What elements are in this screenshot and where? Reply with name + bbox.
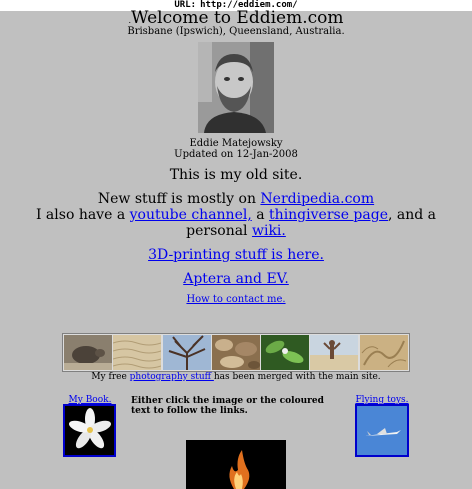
youtube-channel-link[interactable]: youtube channel, (130, 207, 252, 223)
also-mid: a (251, 207, 270, 223)
nerdipedia-link[interactable]: Nerdipedia.com (260, 191, 374, 207)
updated-date: Updated on 12-Jan-2008 (174, 149, 298, 160)
turtle-thumb[interactable] (64, 335, 112, 370)
photo-strip (62, 333, 410, 372)
leaves-thumb[interactable] (261, 335, 310, 370)
photography-stuff-link[interactable]: photography stuff (130, 372, 214, 382)
title-text: Welcome to Eddiem.com (131, 8, 344, 28)
contact-link[interactable]: How to contact me. (186, 294, 285, 305)
contact-line: How to contact me. (0, 294, 472, 306)
aptera-line: Aptera and EV. (0, 271, 472, 288)
3d-printing-link[interactable]: 3D-printing stuff is here. (148, 247, 324, 263)
old-site-text: This is my old site. (169, 167, 303, 183)
rocks-thumb[interactable] (211, 335, 260, 370)
new-stuff-line: New stuff is mostly on Nerdipedia.com (0, 191, 472, 207)
portrait-photo (198, 42, 274, 133)
aptera-link[interactable]: Aptera and EV. (183, 271, 289, 287)
caption-prefix: My free (91, 372, 130, 382)
location-text: Brisbane (Ipswich), Queensland, Australi… (127, 26, 345, 37)
sand-pattern-thumb[interactable] (359, 335, 408, 370)
instructions-text: Either click the image or the coloured t… (131, 396, 324, 416)
thingiverse-link[interactable]: thingiverse page (269, 207, 388, 223)
sand-ripples-thumb[interactable] (113, 335, 162, 370)
also-line: I also have a youtube channel, a thingiv… (6, 207, 466, 239)
also-prefix: I also have a (35, 207, 130, 223)
new-stuff-prefix: New stuff is mostly on (97, 191, 261, 207)
caption-suffix: has been merged with the main site. (213, 372, 381, 382)
photography-caption: My free photography stuff has been merge… (0, 372, 472, 383)
printing-line: 3D-printing stuff is here. (0, 247, 472, 264)
flying-toy-image[interactable] (355, 404, 409, 457)
beach-person-thumb[interactable] (310, 335, 359, 370)
fire-image[interactable] (186, 440, 286, 489)
wiki-link[interactable]: wiki. (252, 223, 286, 239)
tree-branches-thumb[interactable] (162, 335, 211, 370)
book-flower-image[interactable] (63, 404, 116, 457)
